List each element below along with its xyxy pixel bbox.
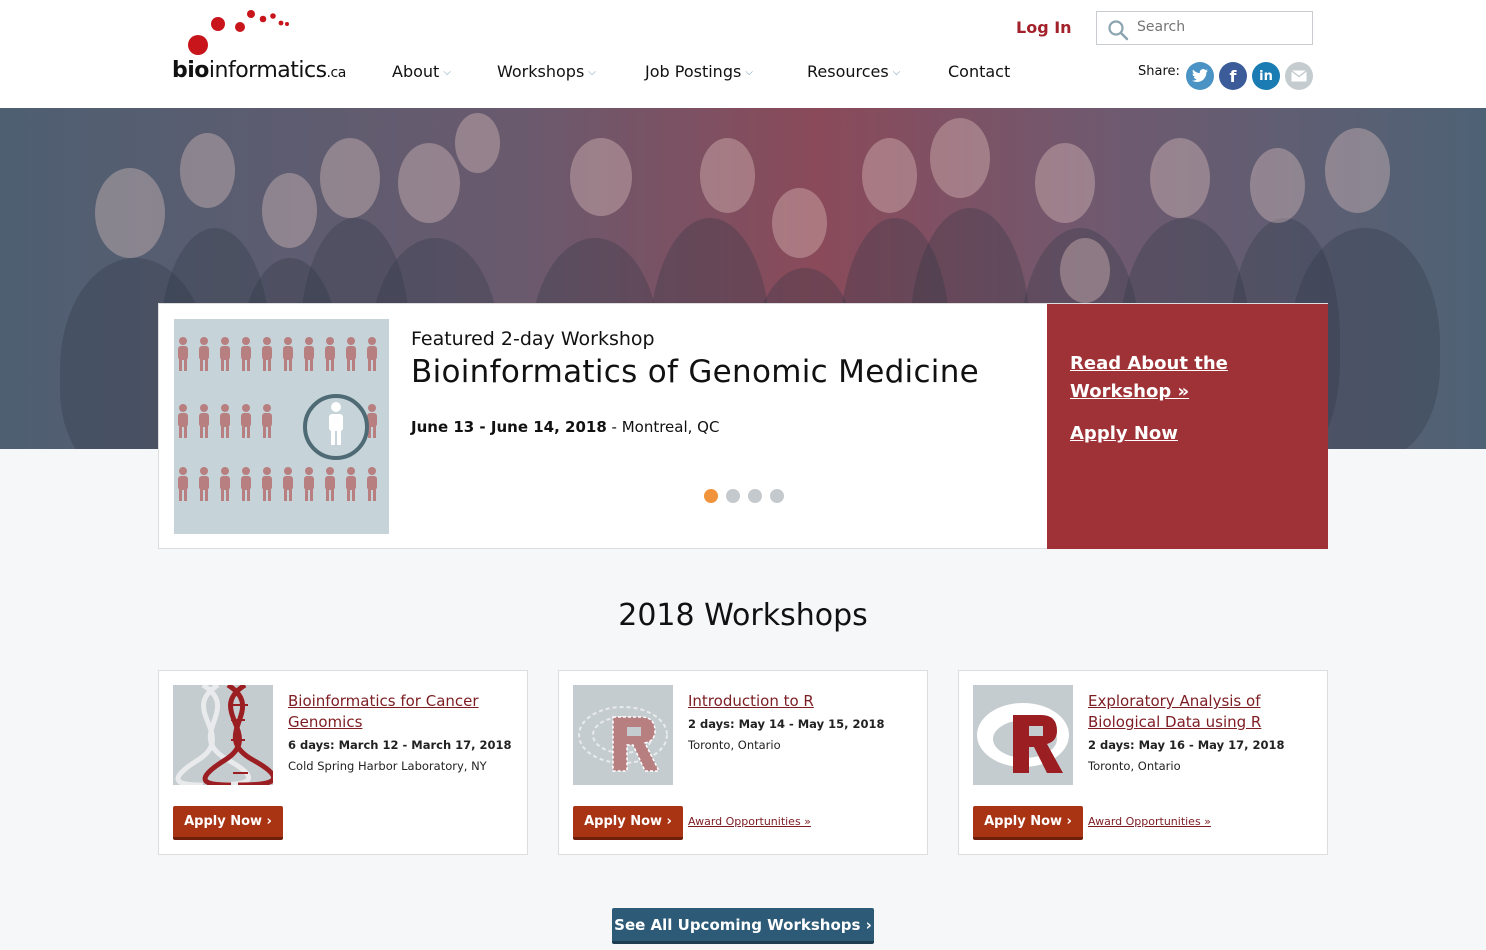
logo-wordmark: bioinformatics.ca xyxy=(172,58,346,83)
see-all-workshops-button[interactable]: See All Upcoming Workshops › xyxy=(612,908,874,944)
email-icon[interactable] xyxy=(1285,62,1313,90)
r-logo-icon xyxy=(973,685,1073,785)
workshop-card: Introduction to R 2 days: May 14 - May 1… xyxy=(558,670,928,855)
apply-now-button[interactable]: Apply Now › xyxy=(973,806,1083,840)
workshop-title-link[interactable]: Introduction to R xyxy=(688,691,918,712)
login-link[interactable]: Log In xyxy=(1016,18,1072,37)
award-opportunities-link[interactable]: Award Opportunities » xyxy=(688,815,811,828)
section-title: 2018 Workshops xyxy=(618,598,868,633)
featured-date-location: June 13 - June 14, 2018 - Montreal, QC xyxy=(411,418,719,436)
award-opportunities-link[interactable]: Award Opportunities » xyxy=(1088,815,1211,828)
chevron-down-icon: ⌵ xyxy=(443,67,451,78)
workshop-location: Toronto, Ontario xyxy=(1088,759,1181,773)
dna-icon xyxy=(173,685,273,785)
nav-item-contact[interactable]: Contact xyxy=(948,62,1010,81)
workshop-title-link[interactable]: Bioinformatics for Cancer Genomics xyxy=(288,691,518,733)
linkedin-icon[interactable]: in xyxy=(1252,62,1280,90)
workshop-location: Cold Spring Harbor Laboratory, NY xyxy=(288,759,487,773)
population-icon xyxy=(178,337,377,501)
apply-now-button[interactable]: Apply Now › xyxy=(173,806,283,840)
carousel-dot[interactable] xyxy=(748,489,762,503)
chevron-down-icon: ⌵ xyxy=(745,67,753,78)
carousel-dot[interactable] xyxy=(704,489,718,503)
facebook-icon[interactable]: f xyxy=(1219,62,1247,90)
workshop-dates: 6 days: March 12 - March 17, 2018 xyxy=(288,738,512,752)
workshop-title-link[interactable]: Exploratory Analysis of Biological Data … xyxy=(1088,691,1318,733)
workshop-dates: 2 days: May 14 - May 15, 2018 xyxy=(688,717,885,731)
featured-workshop-card: Featured 2-day Workshop Bioinformatics o… xyxy=(158,303,1328,549)
search-icon xyxy=(1108,20,1129,41)
workshop-location: Toronto, Ontario xyxy=(688,738,781,752)
nav-item-about[interactable]: About ⌵ xyxy=(392,62,451,81)
workshop-card: Exploratory Analysis of Biological Data … xyxy=(958,670,1328,855)
chevron-down-icon: ⌵ xyxy=(588,67,596,78)
nav-item-workshops[interactable]: Workshops ⌵ xyxy=(497,62,596,81)
featured-location: - Montreal, QC xyxy=(606,418,720,436)
apply-now-link[interactable]: Apply Now xyxy=(1070,420,1178,448)
read-about-workshop-link[interactable]: Read About the Workshop » xyxy=(1070,350,1270,406)
nav-item-job-postings[interactable]: Job Postings ⌵ xyxy=(645,62,753,81)
site-header: bioinformatics.ca About ⌵ Workshops ⌵ Job … xyxy=(0,0,1486,108)
featured-dates: June 13 - June 14, 2018 xyxy=(411,418,607,436)
r-logo-icon xyxy=(573,685,673,785)
workshop-card: Bioinformatics for Cancer Genomics 6 day… xyxy=(158,670,528,855)
chevron-down-icon: ⌵ xyxy=(892,67,901,78)
featured-title: Bioinformatics of Genomic Medicine xyxy=(411,354,980,390)
twitter-icon[interactable] xyxy=(1186,62,1214,90)
site-logo[interactable]: bioinformatics.ca xyxy=(172,10,352,90)
featured-kicker: Featured 2-day Workshop xyxy=(411,328,655,350)
carousel-pagination xyxy=(704,489,784,503)
workshop-dates: 2 days: May 16 - May 17, 2018 xyxy=(1088,738,1285,752)
logo-dots-icon xyxy=(188,10,289,55)
featured-actions-panel: Read About the Workshop » Apply Now xyxy=(1047,304,1328,549)
search-input[interactable] xyxy=(1137,19,1297,35)
search-box[interactable] xyxy=(1096,11,1313,45)
apply-now-button[interactable]: Apply Now › xyxy=(573,806,683,840)
carousel-dot[interactable] xyxy=(726,489,740,503)
featured-workshop-image xyxy=(174,319,389,534)
nav-item-resources[interactable]: Resources ⌵ xyxy=(807,62,900,81)
carousel-dot[interactable] xyxy=(770,489,784,503)
share-label: Share: xyxy=(1138,64,1180,79)
